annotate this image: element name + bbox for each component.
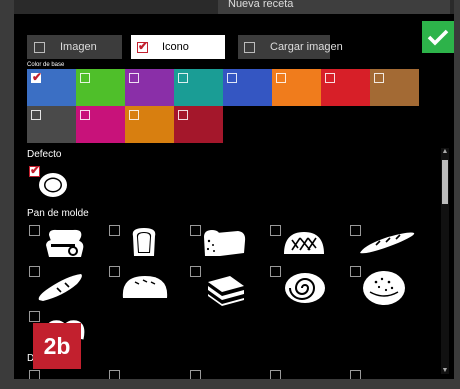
icon-option-spiral-roll[interactable] [270,266,332,306]
baguette-icon [360,232,415,254]
roll-icon [38,274,82,301]
color-swatch-checkbox[interactable] [325,73,335,83]
icon-option-baguette[interactable] [350,225,420,261]
mode-upload-checkbox[interactable] [244,41,255,53]
partial-checkbox[interactable] [29,370,40,379]
icon-option-loaf[interactable] [190,225,250,261]
color-swatch-checkbox[interactable] [80,73,90,83]
color-swatch[interactable] [76,69,125,106]
loaf-checkbox[interactable] [190,225,201,236]
color-swatch[interactable] [27,69,76,106]
mode-tab-label: Cargar imagen [270,41,343,53]
icon-option-roll[interactable] [29,266,91,306]
window-frame-right [454,0,460,389]
spiral-roll-checkbox[interactable] [270,266,281,277]
spiral-roll-icon [285,273,325,303]
seeded-roll-checkbox[interactable] [350,266,361,277]
scroll-down-icon[interactable]: ▼ [441,367,449,375]
partial-checkbox[interactable] [350,370,361,379]
loaf-icon [204,230,246,256]
bread-stack-icon [46,229,84,257]
seeded-roll-icon [363,271,405,305]
partial-checkbox[interactable] [270,370,281,379]
bread-stack-checkbox[interactable] [29,225,40,236]
icon-option-seeded-roll[interactable] [350,266,412,306]
mode-image-checkbox[interactable] [34,41,45,53]
round-loaf-icon [284,232,324,254]
icon-option-plate[interactable] [29,163,79,198]
scroll-up-icon[interactable]: ▲ [441,148,449,156]
icon-option-bun[interactable] [109,266,171,306]
round-loaf-checkbox[interactable] [270,225,281,236]
color-swatch[interactable] [223,69,272,106]
partial-checkbox[interactable] [109,370,120,379]
color-swatch[interactable] [174,106,223,143]
mode-tab-image[interactable]: Imagen [27,35,122,59]
window-title: Nueva receta [218,0,450,14]
color-swatch-checkbox[interactable] [31,70,42,84]
color-swatch[interactable] [27,106,76,143]
bun-icon [122,276,168,298]
window-frame-bottom [0,379,460,389]
icon-option-partial-1[interactable] [29,370,69,379]
base-color-label: Color de base [27,62,65,68]
step-badge: 2b [33,323,81,369]
plate-icon [39,173,67,197]
color-swatch[interactable] [125,69,174,106]
icon-option-round-loaf[interactable] [270,225,330,261]
mode-tab-upload-image[interactable]: Cargar imagen [238,35,343,59]
color-swatch[interactable] [174,69,223,106]
toast-slice-checkbox[interactable] [109,225,120,236]
color-swatch-checkbox[interactable] [80,110,90,120]
partial-checkbox[interactable] [190,370,201,379]
color-swatch-checkbox[interactable] [276,73,286,83]
color-swatch[interactable] [370,69,419,106]
toast-slice-icon [132,228,156,256]
sliced-bread-checkbox[interactable] [190,266,201,277]
bun-checkbox[interactable] [109,266,120,277]
window-frame-left [0,0,14,389]
color-swatch-checkbox[interactable] [227,73,237,83]
icon-option-partial-2[interactable] [109,370,149,379]
icon-option-partial-5[interactable] [350,370,390,379]
sliced-bread-icon [208,276,244,306]
color-swatch-checkbox[interactable] [31,110,41,120]
mode-tab-icon[interactable]: Icono [131,35,225,59]
confirm-button[interactable] [422,21,454,53]
icon-option-partial-4[interactable] [270,370,310,379]
scrollbar-thumb[interactable] [442,160,448,204]
color-swatch-checkbox[interactable] [178,110,188,120]
icon-option-toast-slice[interactable] [109,225,165,261]
icon-option-bread-stack[interactable] [29,225,91,261]
icon-option-partial-3[interactable] [190,370,230,379]
color-swatch[interactable] [76,106,125,143]
mode-icon-checkbox[interactable] [137,39,148,53]
color-swatch[interactable] [272,69,321,106]
color-swatch-checkbox[interactable] [178,73,188,83]
section-label-sandwich-bread: Pan de molde [27,208,89,219]
color-swatch-checkbox[interactable] [129,73,139,83]
mode-tab-label: Icono [162,41,189,53]
section-label-default: Defecto [27,149,62,160]
icon-option-sliced-bread[interactable] [190,266,252,306]
color-swatch[interactable] [125,106,174,143]
color-swatch-checkbox[interactable] [374,73,384,83]
color-swatch-checkbox[interactable] [129,110,139,120]
pretzel-checkbox[interactable] [29,311,40,322]
mode-tab-label: Imagen [60,41,97,53]
checkmark-icon [427,29,449,46]
color-swatch[interactable] [321,69,370,106]
